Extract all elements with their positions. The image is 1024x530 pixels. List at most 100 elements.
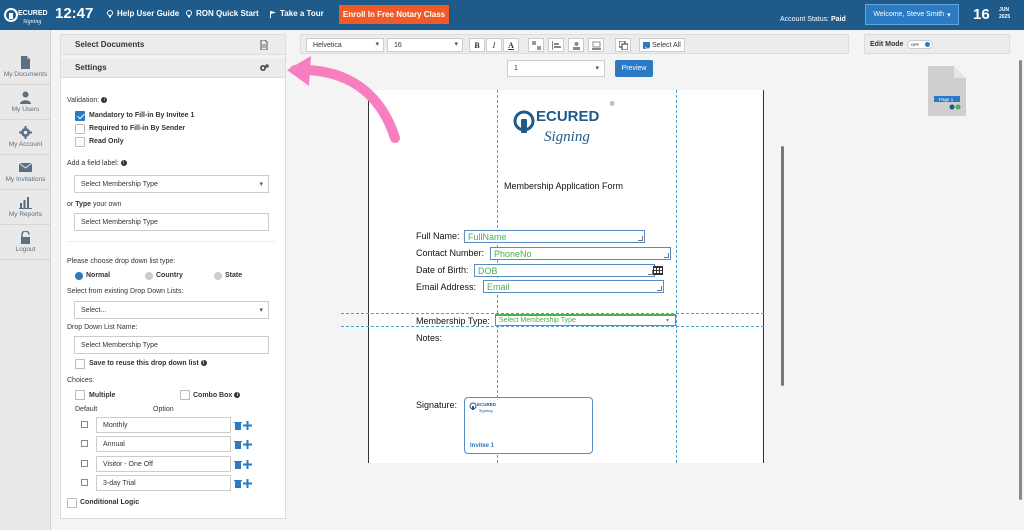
- radio-normal[interactable]: [75, 272, 83, 280]
- field-label-select[interactable]: Select Membership Type: [74, 175, 269, 193]
- phone-field[interactable]: PhoneNo: [490, 247, 671, 260]
- trash-icon[interactable]: [234, 440, 242, 449]
- sidebar-item-my-invitations[interactable]: My Invitations: [0, 155, 51, 190]
- sidebar-item-my-reports[interactable]: My Reports: [0, 190, 51, 225]
- membership-type-label: Membership Type:: [416, 316, 490, 326]
- list-name-input[interactable]: Select Membership Type: [74, 336, 269, 354]
- field-label-input[interactable]: Select Membership Type: [74, 213, 269, 231]
- conditional-logic-label: Conditional Logic: [80, 499, 140, 506]
- settings-header[interactable]: Settings: [61, 58, 285, 78]
- full-name-label: Full Name:: [416, 231, 460, 241]
- bold-button[interactable]: B: [469, 38, 485, 52]
- copy-button[interactable]: [615, 38, 631, 52]
- user-button[interactable]: [568, 38, 584, 52]
- edit-mode-toggle[interactable]: OFF: [907, 40, 933, 49]
- align-left-button[interactable]: [548, 38, 564, 52]
- dob-field[interactable]: DOB: [474, 264, 655, 277]
- read-only-checkbox[interactable]: [75, 137, 85, 147]
- or-type-label: or Type your own: [67, 201, 122, 208]
- page-scrollbar[interactable]: [1019, 60, 1022, 500]
- svg-text:Signing: Signing: [479, 408, 494, 413]
- clock: 12:47: [55, 5, 94, 22]
- page-thumbnail-icon[interactable]: Page 1: [926, 66, 968, 116]
- info-icon: i: [101, 97, 108, 103]
- conditional-logic-checkbox[interactable]: [67, 498, 77, 508]
- email-label: Email Address:: [416, 282, 477, 292]
- document-scrollbar[interactable]: [781, 146, 784, 386]
- default-checkbox-1[interactable]: [81, 421, 88, 428]
- select-documents-header[interactable]: Select Documents: [61, 35, 285, 55]
- radio-state-label: State: [225, 272, 243, 279]
- stamp-button[interactable]: [588, 38, 604, 52]
- svg-text:Signing: Signing: [544, 129, 590, 145]
- svg-text:ECURED: ECURED: [477, 402, 497, 407]
- add-field-label-text: Add a field label: i: [67, 160, 127, 167]
- radio-state[interactable]: [214, 272, 222, 280]
- align-button[interactable]: [528, 38, 544, 52]
- sidebar-item-my-users[interactable]: My Users: [0, 85, 51, 120]
- secured-signing-logo: ECURED Signing: [469, 402, 497, 413]
- user-icon: [20, 91, 31, 104]
- membership-type-dropdown-field[interactable]: Select Membership Type: [495, 314, 676, 326]
- plus-icon[interactable]: [243, 460, 252, 469]
- signature-field[interactable]: ECURED Signing Invitee 1: [464, 397, 593, 454]
- default-checkbox-2[interactable]: [81, 440, 88, 447]
- existing-lists-select[interactable]: Select...: [74, 301, 269, 319]
- sidebar-item-logout[interactable]: Logout: [0, 225, 51, 260]
- svg-text:ECURED: ECURED: [18, 10, 48, 17]
- full-name-field[interactable]: FullName: [464, 230, 645, 243]
- radio-normal-label: Normal: [86, 272, 111, 279]
- default-checkbox-3[interactable]: [81, 460, 88, 467]
- svg-text:Signing: Signing: [23, 19, 41, 25]
- ron-quick-start-link[interactable]: RON Quick Start: [185, 9, 259, 18]
- existing-lists-label: Select from existing Drop Down Lists:: [67, 288, 184, 295]
- list-name-label: Drop Down List Name:: [67, 324, 138, 331]
- save-reuse-checkbox[interactable]: [75, 359, 85, 369]
- plus-icon[interactable]: [243, 479, 252, 488]
- read-only-label: Read Only: [89, 138, 124, 145]
- plus-icon[interactable]: [243, 440, 252, 449]
- page-select[interactable]: 1: [507, 60, 605, 77]
- option-input-1[interactable]: Monthly: [96, 417, 231, 433]
- welcome-user-dropdown[interactable]: Welcome, Steve Smith ▾: [865, 4, 959, 25]
- plus-icon[interactable]: [243, 421, 252, 430]
- trash-icon[interactable]: [234, 479, 242, 488]
- underline-button[interactable]: A: [503, 38, 519, 52]
- date-day: 16: [973, 6, 990, 23]
- trash-icon[interactable]: [234, 421, 242, 430]
- envelope-icon: [19, 162, 32, 172]
- email-field[interactable]: Email: [483, 280, 664, 293]
- sidebar-item-my-account[interactable]: My Account: [0, 120, 51, 155]
- contact-number-label: Contact Number:: [416, 248, 485, 258]
- help-user-guide-link[interactable]: Help User Guide: [106, 9, 179, 18]
- font-size-select[interactable]: 16: [387, 38, 463, 52]
- secured-signing-logo[interactable]: ECURED Signing: [3, 3, 49, 27]
- mandatory-checkbox[interactable]: [75, 111, 85, 121]
- top-bar: ECURED Signing 12:47 Help User Guide RON…: [0, 0, 1024, 30]
- multiple-checkbox[interactable]: [75, 390, 85, 400]
- default-checkbox-4[interactable]: [81, 479, 88, 486]
- document-icon: [260, 40, 268, 50]
- preview-button[interactable]: Preview: [615, 60, 653, 77]
- combo-box-checkbox[interactable]: [180, 390, 190, 400]
- take-a-tour-link[interactable]: Take a Tour: [269, 9, 324, 18]
- required-sender-checkbox[interactable]: [75, 124, 85, 134]
- bar-chart-icon: [19, 197, 32, 209]
- notes-label: Notes:: [416, 333, 443, 343]
- sidebar-item-my-documents[interactable]: My Documents: [0, 50, 51, 85]
- font-family-select[interactable]: Helvetica: [306, 38, 384, 52]
- italic-button[interactable]: I: [486, 38, 502, 52]
- sidebar: My Documents My Users My Account My Invi…: [0, 30, 51, 530]
- annotation-arrow: [287, 56, 400, 143]
- lightbulb-icon: [107, 9, 113, 17]
- copy-icon: [618, 40, 628, 50]
- enroll-notary-class-button[interactable]: Enroll In Free Notary Class: [339, 5, 449, 24]
- divider: [66, 241, 276, 242]
- option-input-4[interactable]: 3-day Trial: [96, 475, 231, 491]
- trash-icon[interactable]: [234, 460, 242, 469]
- select-all-button[interactable]: Select All: [639, 38, 685, 52]
- radio-country[interactable]: [145, 272, 153, 280]
- calendar-icon[interactable]: [653, 265, 663, 275]
- option-input-2[interactable]: Annual: [96, 436, 231, 452]
- option-input-3[interactable]: Visitor - One Off: [96, 456, 231, 472]
